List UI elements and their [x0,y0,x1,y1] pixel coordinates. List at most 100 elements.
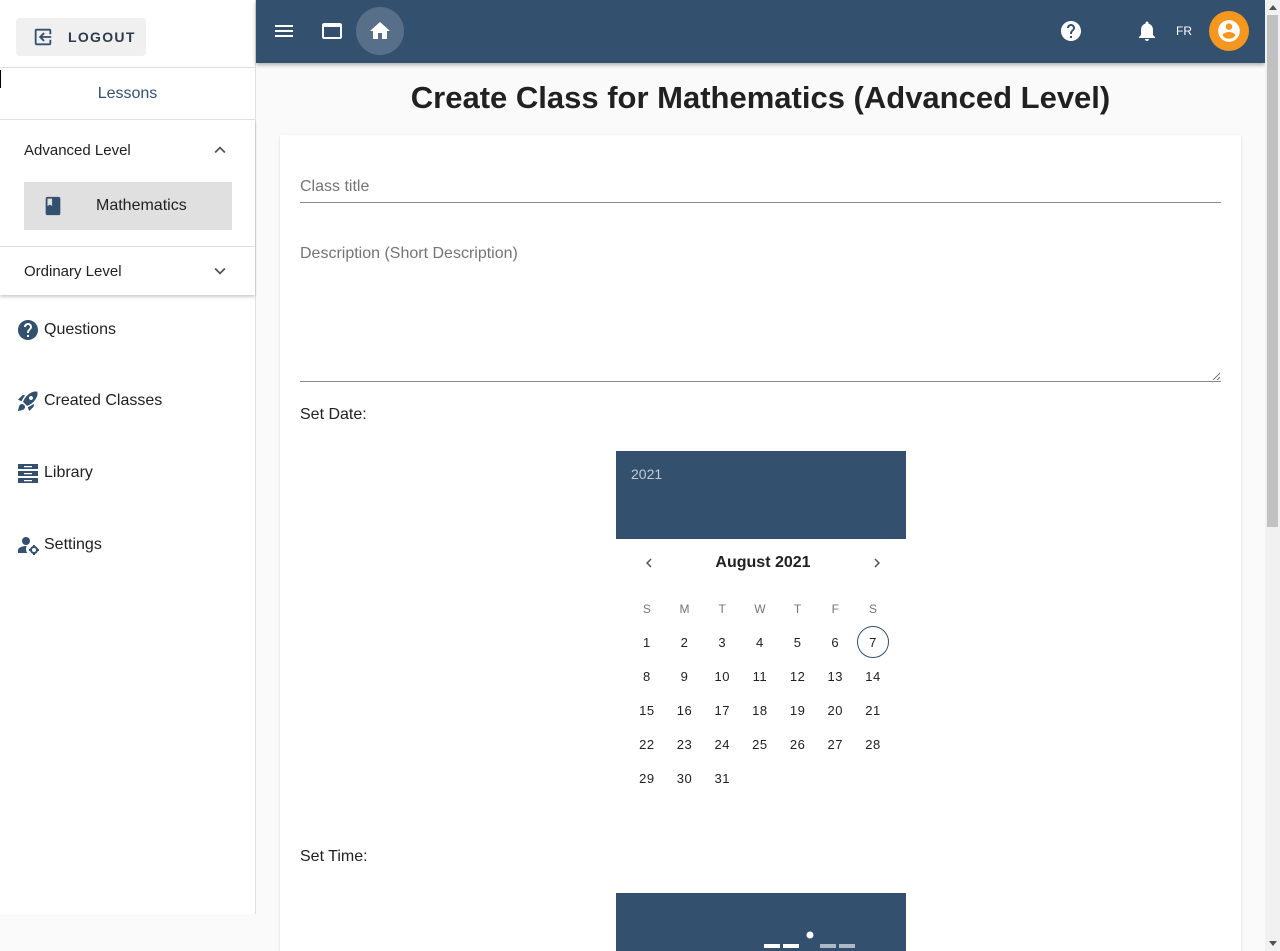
description-field[interactable] [300,245,1221,382]
description-textarea[interactable] [300,245,1221,381]
calendar-day[interactable]: 15 [628,693,666,727]
date-picker-year[interactable]: 2021 [631,466,662,482]
sidebar-item-created-classes[interactable]: Created Classes [0,365,255,437]
calendar-day[interactable]: 14 [854,659,892,693]
calendar-day[interactable]: 30 [666,761,704,795]
calendar-day[interactable]: 8 [628,659,666,693]
calendar-day-number: 25 [752,736,768,752]
sidebar-item-library[interactable]: Library [0,437,255,509]
calendar-day[interactable]: 21 [854,693,892,727]
help-circle-icon [18,320,38,340]
language-toggle[interactable]: FR [1176,24,1192,38]
sidebar-item-library-label: Library [44,464,93,481]
level-panels: Advanced Level Mathematics Ordinary Leve… [0,120,255,295]
calendar-day-number: 26 [789,736,806,752]
calendar-day[interactable]: 16 [666,693,704,727]
calendar-day-number: 15 [639,702,655,718]
set-date-label: Set Date: [300,406,367,423]
panel-advanced-level-label: Advanced Level [24,141,131,159]
calendar-day[interactable]: 17 [703,693,741,727]
page-scrollbar[interactable] [1265,0,1280,951]
scrollbar-thumb[interactable] [1267,15,1278,527]
bell-icon [1139,21,1155,41]
sidebar: LOGOUT Lessons Advanced Level Mathematic… [0,0,256,914]
calendar-day-number: 2 [680,634,689,650]
calendar-day[interactable]: 3 [703,625,741,659]
calendar-day-number: 23 [676,736,693,752]
help-icon [1061,21,1081,41]
resize-grip-icon[interactable] [1212,372,1220,380]
user-settings-icon [18,537,39,555]
chevron-down-icon[interactable] [209,260,231,282]
calendar-day[interactable]: 13 [816,659,854,693]
weekday-header: M [679,602,690,616]
calendar-day[interactable]: 9 [666,659,704,693]
calendar-day[interactable]: 2 [666,625,704,659]
calendar-day[interactable]: 23 [666,727,704,761]
calendar-day-number: 17 [714,702,730,718]
calendar-day[interactable]: 24 [703,727,741,761]
calendar-day[interactable]: 19 [779,693,817,727]
calendar-day-today[interactable]: 7 [854,625,892,659]
home-button[interactable] [356,7,404,55]
window-icon [322,23,342,39]
calendar-day[interactable]: 28 [854,727,892,761]
calendar-day[interactable]: 20 [816,693,854,727]
class-title-field[interactable] [300,175,1221,203]
calendar-day[interactable]: 22 [628,727,666,761]
sidebar-item-settings[interactable]: Settings [0,509,255,581]
calendar-day[interactable]: 5 [779,625,817,659]
sidebar-item-created-classes-label: Created Classes [44,392,163,409]
scroll-down-arrow-icon[interactable] [1265,936,1280,951]
calendar-day-number: 22 [639,736,655,752]
calendar-day[interactable]: 26 [779,727,817,761]
scroll-up-arrow-icon[interactable] [1265,0,1280,15]
calendar-day-number: 31 [714,770,730,786]
calendar-day[interactable]: 29 [628,761,666,795]
notifications-button[interactable] [1123,7,1171,55]
calendar-day-number: 21 [865,702,881,718]
panel-advanced-level[interactable]: Advanced Level [0,120,255,180]
logout-area: LOGOUT [0,0,255,68]
calendar-day[interactable]: 10 [703,659,741,693]
subject-mathematics[interactable]: Mathematics [24,182,232,230]
calendar-day[interactable]: 27 [816,727,854,761]
menu-button[interactable] [260,7,308,55]
tab-lessons[interactable]: Lessons [0,68,255,120]
sidebar-item-questions[interactable]: Questions [0,295,255,365]
weekday-header: F [831,602,839,616]
calendar-day-number: 5 [793,634,802,650]
logout-button[interactable]: LOGOUT [16,18,146,56]
calendar-grid: S M T W T F S 1 2 3 4 5 6 7 8 9 10 11 12 13 14 15 16 17 18 19 20 21… [616,587,906,795]
rocket-icon [18,391,38,411]
library-icon [18,464,38,483]
page-title: Create Class for Mathematics (Advanced L… [410,80,1111,115]
account-avatar[interactable] [1209,11,1249,51]
class-title-input[interactable] [300,175,1221,196]
chevron-left-icon[interactable] [640,554,658,572]
time-picker-display [764,931,855,948]
window-button[interactable] [308,7,356,55]
calendar-day[interactable]: 6 [816,625,854,659]
calendar-day-number: 30 [676,770,693,786]
chevron-up-icon[interactable] [209,139,231,161]
calendar-day[interactable]: 1 [628,625,666,659]
calendar-day[interactable]: 4 [741,625,779,659]
chevron-right-icon[interactable] [868,554,886,572]
weekday-header: S [868,602,877,616]
help-button[interactable] [1047,7,1095,55]
calendar-day[interactable]: 11 [741,659,779,693]
panel-ordinary-level[interactable]: Ordinary Level [0,247,255,295]
month-navigation: August 2021 [616,539,906,587]
calendar-day[interactable]: 12 [779,659,817,693]
calendar-day[interactable]: 31 [703,761,741,795]
top-app-bar: FR [256,0,1265,63]
calendar-day-number: 12 [789,668,806,684]
weekday-header: T [718,602,726,616]
calendar-day[interactable]: 18 [741,693,779,727]
month-label: August 2021 [715,554,811,571]
weekday-header: W [754,602,766,616]
calendar-day[interactable]: 25 [741,727,779,761]
calendar-day-number: 14 [865,668,881,684]
calendar-day-number: 10 [714,668,730,684]
